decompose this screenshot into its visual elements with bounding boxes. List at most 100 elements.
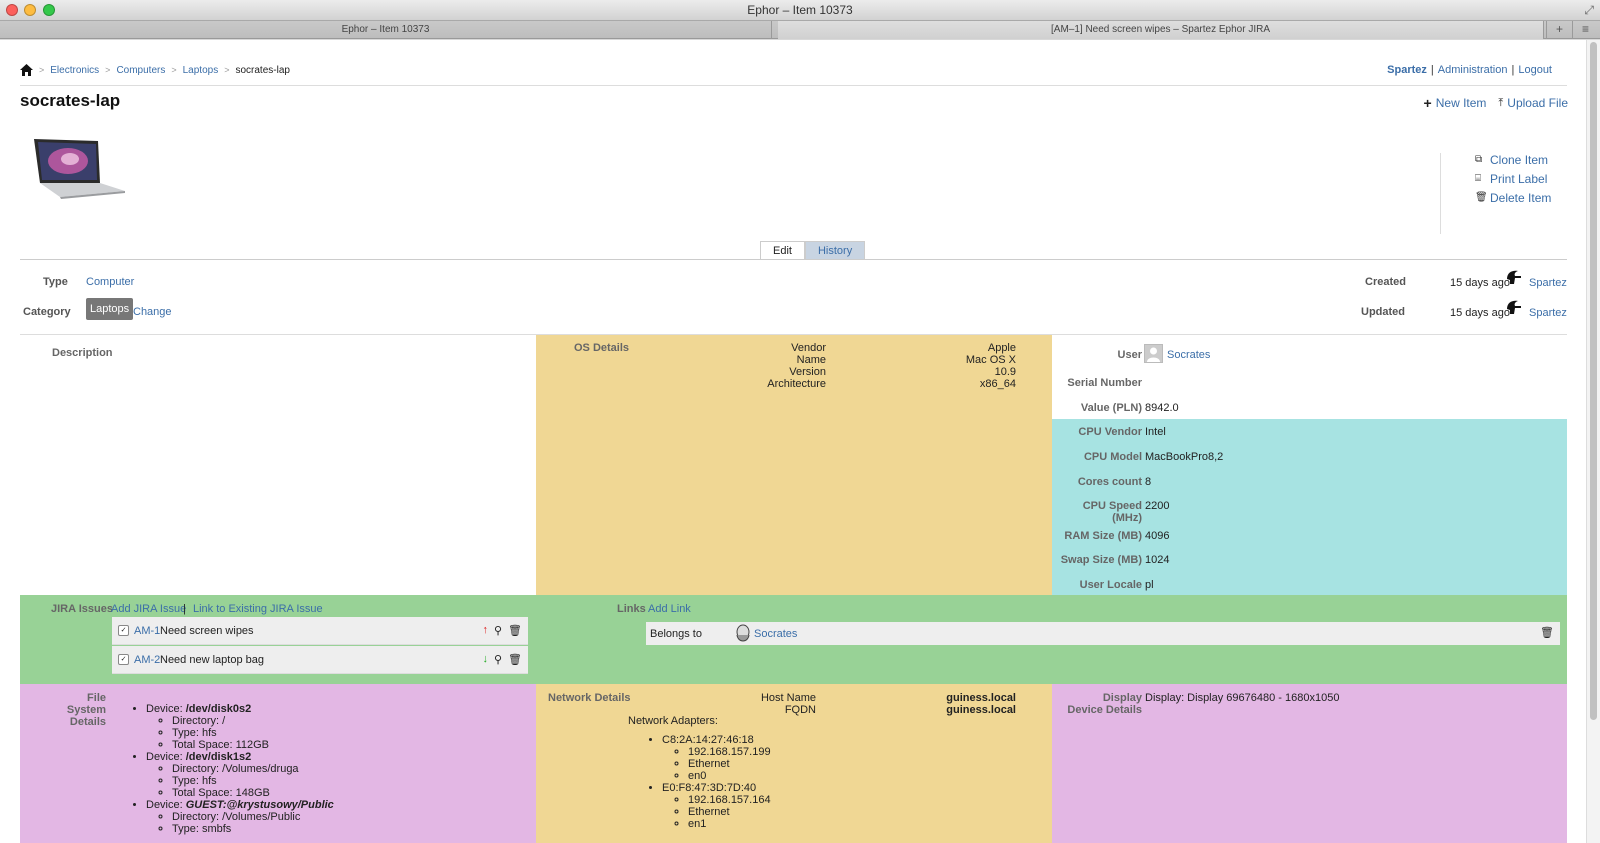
jira-issue-row[interactable]: ✓ AM-2 Need new laptop bag ↓ ⚲ 🗑 bbox=[112, 646, 528, 674]
breadcrumb-current: socrates-lap bbox=[235, 64, 290, 76]
trash-icon: 🗑 bbox=[1475, 192, 1488, 203]
administration-link[interactable]: Administration bbox=[1438, 64, 1508, 76]
add-jira-issue-link[interactable]: Add JIRA Issue bbox=[111, 603, 186, 615]
user-label: User bbox=[1117, 349, 1142, 361]
priority-down-arrow-icon: ↓ bbox=[482, 653, 488, 665]
page-scrollbar[interactable] bbox=[1586, 40, 1600, 843]
logout-link[interactable]: Logout bbox=[1518, 64, 1552, 76]
issue-summary: Need screen wipes bbox=[160, 625, 254, 637]
issue-key-link[interactable]: AM-2 bbox=[134, 654, 160, 666]
os-values: Apple Mac OS X 10.9 x86_64 bbox=[965, 342, 1016, 390]
priority-up-arrow-icon: ↑ bbox=[482, 624, 488, 636]
cpu-speed-label: CPU Speed (MHz) bbox=[1082, 500, 1142, 524]
network-adapters-label: Network Adapters: bbox=[628, 715, 718, 727]
created-by-link[interactable]: Spartez bbox=[1529, 277, 1567, 289]
cpu-model-label: CPU Model bbox=[1083, 451, 1142, 463]
breadcrumb-electronics[interactable]: Electronics bbox=[50, 65, 99, 76]
cpu-vendor-value: Intel bbox=[1145, 426, 1166, 438]
page: > Electronics > Computers > Laptops > so… bbox=[0, 40, 1586, 843]
ram-size-value: 4096 bbox=[1145, 530, 1170, 542]
add-link-link[interactable]: Add Link bbox=[648, 603, 691, 615]
type-value-link[interactable]: Computer bbox=[86, 276, 134, 288]
link-target-link[interactable]: Socrates bbox=[754, 628, 797, 640]
chevron-right-icon: > bbox=[39, 65, 45, 75]
clone-item-button[interactable]: ⧉ Clone Item bbox=[1475, 153, 1551, 167]
tab-history[interactable]: History bbox=[804, 241, 866, 260]
description-label: Description bbox=[52, 347, 113, 359]
laptop-image[interactable] bbox=[30, 137, 126, 199]
cpu-model-value: MacBookPro8,2 bbox=[1145, 451, 1224, 463]
category-label: Category bbox=[23, 306, 71, 318]
os-details-label: OS Details bbox=[574, 342, 630, 354]
change-category-link[interactable]: Change bbox=[133, 306, 172, 318]
breadcrumb-computers[interactable]: Computers bbox=[116, 65, 165, 76]
tab-overview-icon[interactable]: ≡ bbox=[1572, 21, 1598, 39]
browser-tab-jira[interactable]: [AM–1] Need screen wipes – Spartez Ephor… bbox=[778, 21, 1544, 39]
page-title: socrates-lap bbox=[20, 91, 121, 110]
separator: | bbox=[183, 603, 186, 615]
user-menu-link[interactable]: Spartez bbox=[1387, 64, 1427, 76]
breadcrumb-laptops[interactable]: Laptops bbox=[183, 65, 219, 76]
breadcrumb: > Electronics > Computers > Laptops > so… bbox=[20, 64, 290, 76]
minimize-window-button[interactable] bbox=[24, 4, 36, 16]
fullscreen-icon[interactable]: ⤢ bbox=[1584, 3, 1594, 17]
type-label: Type bbox=[43, 276, 68, 288]
network-values: guiness.local guiness.local bbox=[946, 692, 1016, 716]
user-locale-label: User Locale bbox=[1079, 579, 1142, 591]
home-icon[interactable] bbox=[20, 64, 33, 76]
print-label-button[interactable]: ⌸ Print Label bbox=[1475, 172, 1551, 186]
display-device-value: Display: Display 69676480 - 1680x1050 bbox=[1145, 692, 1340, 704]
updated-label: Updated bbox=[1361, 306, 1405, 318]
link-existing-jira-issue-link[interactable]: Link to Existing JIRA Issue bbox=[193, 603, 323, 615]
tab-edit[interactable]: Edit bbox=[760, 241, 805, 260]
trash-icon[interactable]: 🗑 bbox=[1540, 627, 1554, 639]
item-tabs: Edit History bbox=[760, 241, 866, 260]
chevron-right-icon: > bbox=[171, 65, 177, 75]
trash-icon[interactable]: 🗑 bbox=[508, 653, 522, 666]
serial-number-label: Serial Number bbox=[1067, 377, 1142, 389]
chevron-right-icon: > bbox=[224, 65, 230, 75]
network-details-panel: Network Details Host Name FQDN guiness.lo… bbox=[536, 684, 1052, 843]
display-device-panel: Display Device Details Display: Display … bbox=[1052, 684, 1567, 843]
spartan-helmet-icon bbox=[1507, 270, 1521, 284]
issue-key-link[interactable]: AM-1 bbox=[134, 625, 160, 637]
created-label: Created bbox=[1365, 276, 1406, 288]
file-system-list: Device: /dev/disk0s2 Directory: /Type: h… bbox=[130, 703, 334, 835]
trash-icon[interactable]: 🗑 bbox=[508, 624, 522, 637]
jira-issue-row[interactable]: ✓ AM-1 Need screen wipes ↑ ⚲ 🗑 bbox=[112, 617, 528, 645]
user-link[interactable]: Socrates bbox=[1167, 349, 1210, 361]
title-actions: + New Item ⤒ Upload File bbox=[1424, 95, 1568, 111]
updated-by-link[interactable]: Spartez bbox=[1529, 307, 1567, 319]
file-system-label: File System Details bbox=[66, 692, 106, 728]
description-panel: Description bbox=[20, 335, 536, 595]
zoom-window-button[interactable] bbox=[43, 4, 55, 16]
jira-links-panel: JIRA Issues Add JIRA Issue | Link to Exi… bbox=[20, 595, 1567, 684]
window-title: Ephor – Item 10373 bbox=[747, 3, 853, 17]
upload-icon: ⤒ bbox=[1498, 96, 1504, 109]
spartan-helmet-icon bbox=[1507, 300, 1521, 314]
browser-tab-ephor[interactable]: Ephor – Item 10373 bbox=[0, 21, 772, 39]
divider bbox=[20, 85, 1567, 86]
issue-type-icon: ✓ bbox=[118, 654, 129, 665]
delete-item-button[interactable]: 🗑 Delete Item bbox=[1475, 191, 1551, 205]
item-side-actions: ⧉ Clone Item ⌸ Print Label 🗑 Delete Item bbox=[1440, 153, 1551, 234]
new-item-button[interactable]: + New Item bbox=[1424, 95, 1487, 111]
close-window-button[interactable] bbox=[6, 4, 18, 16]
assignee-icon: ⚲ bbox=[493, 654, 503, 666]
network-adapters-list: C8:2A:14:27:46:18 192.168.157.199Etherne… bbox=[646, 734, 771, 830]
upload-file-button[interactable]: ⤒ Upload File bbox=[1498, 95, 1568, 111]
os-details-panel: OS Details Vendor Name Version Architecture… bbox=[536, 335, 1052, 595]
network-details-label: Network Details bbox=[548, 692, 631, 704]
value-label: Value (PLN) bbox=[1080, 402, 1142, 414]
scrollbar-thumb[interactable] bbox=[1590, 42, 1597, 720]
plus-icon: + bbox=[1423, 95, 1432, 111]
links-section: Links Add Link Belongs to Socrates 🗑 bbox=[550, 595, 1567, 684]
new-tab-plus-icon[interactable]: + bbox=[1546, 21, 1572, 39]
category-badge[interactable]: Laptops bbox=[86, 298, 134, 320]
top-user-links: Spartez | Administration | Logout bbox=[1387, 64, 1552, 76]
os-keys: Vendor Name Version Architecture bbox=[767, 342, 826, 390]
jira-issues-label: JIRA Issues bbox=[51, 603, 113, 615]
links-label: Links bbox=[617, 603, 646, 615]
cpu-vendor-label: CPU Vendor bbox=[1078, 426, 1142, 438]
print-label-icon: ⌸ bbox=[1475, 173, 1481, 184]
